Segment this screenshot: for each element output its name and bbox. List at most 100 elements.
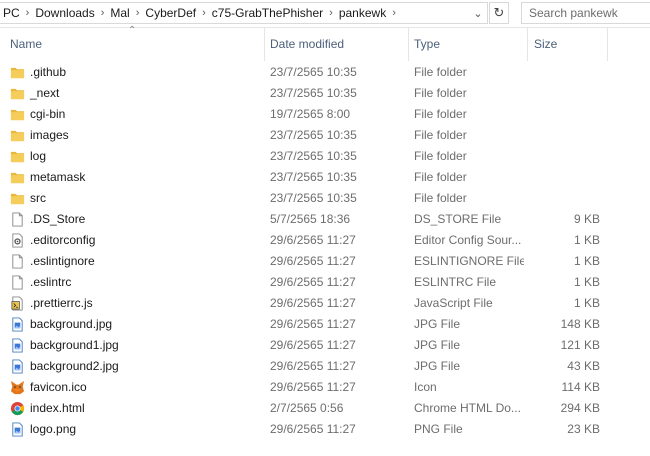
file-name: background1.jpg bbox=[30, 338, 119, 352]
file-date-modified: 29/6/2565 11:27 bbox=[270, 380, 356, 394]
column-type-label: Type bbox=[414, 37, 441, 51]
file-row[interactable]: .github 23/7/2565 10:35 File folder bbox=[0, 62, 650, 83]
breadcrumb-chevron-icon[interactable]: › bbox=[326, 7, 336, 19]
file-type: File folder bbox=[414, 65, 467, 79]
file-name: background.jpg bbox=[30, 317, 113, 331]
file-type: JavaScript File bbox=[414, 296, 493, 310]
column-size-label: Size bbox=[534, 37, 558, 51]
file-date-modified: 23/7/2565 10:35 bbox=[270, 191, 357, 205]
column-size-header[interactable]: Size bbox=[534, 27, 608, 61]
file-date-modified: 23/7/2565 10:35 bbox=[270, 170, 357, 184]
breadcrumb-chevron-icon[interactable]: › bbox=[23, 7, 33, 19]
file-name: background2.jpg bbox=[30, 359, 119, 373]
file-name: .eslintignore bbox=[30, 254, 95, 268]
file-row[interactable]: .prettierrc.js 29/6/2565 11:27 JavaScript … bbox=[0, 293, 650, 314]
breadcrumb-item[interactable]: Mal bbox=[107, 6, 132, 20]
column-date-header[interactable]: Date modified bbox=[270, 27, 409, 61]
file-date-modified: 2/7/2565 0:56 bbox=[270, 401, 344, 415]
file-row[interactable]: index.html 2/7/2565 0:56 Chrome HTML Do...… bbox=[0, 398, 650, 419]
file-date-modified: 29/6/2565 11:27 bbox=[270, 317, 356, 331]
file-size: 294 KB bbox=[560, 401, 600, 415]
breadcrumb-item[interactable]: pankewk bbox=[336, 6, 389, 20]
file-type: ESLINTIGNORE File bbox=[414, 254, 524, 268]
file-size bbox=[540, 62, 600, 83]
file-type: File folder bbox=[414, 149, 467, 163]
file-size bbox=[540, 104, 600, 125]
file-type: File folder bbox=[414, 170, 467, 184]
file-size: 23 KB bbox=[567, 422, 600, 436]
image-file-icon bbox=[10, 359, 25, 374]
column-name-header[interactable]: Name bbox=[10, 27, 265, 61]
file-row[interactable]: .eslintrc 29/6/2565 11:27 ESLINTRC File 1 K… bbox=[0, 272, 650, 293]
file-row[interactable]: cgi-bin 19/7/2565 8:00 File folder bbox=[0, 104, 650, 125]
file-date-modified: 23/7/2565 10:35 bbox=[270, 128, 357, 142]
blank-file-icon bbox=[10, 275, 25, 290]
file-type: File folder bbox=[414, 107, 467, 121]
file-size: 1 KB bbox=[573, 233, 600, 247]
file-name: favicon.ico bbox=[30, 380, 87, 394]
file-row[interactable]: images 23/7/2565 10:35 File folder bbox=[0, 125, 650, 146]
folder-icon bbox=[10, 128, 25, 143]
file-row[interactable]: background1.jpg 29/6/2565 11:27 JPG File 12… bbox=[0, 335, 650, 356]
file-row[interactable]: src 23/7/2565 10:35 File folder bbox=[0, 188, 650, 209]
breadcrumb-chevron-icon[interactable]: › bbox=[98, 7, 108, 19]
file-size bbox=[540, 188, 600, 209]
search-input[interactable] bbox=[529, 6, 625, 20]
file-type: PNG File bbox=[414, 422, 463, 436]
toolbar: PC › Downloads › Mal › CyberDef › c75-GrabThePhi… bbox=[0, 0, 650, 28]
file-name: _next bbox=[30, 86, 60, 100]
breadcrumb-item[interactable]: Downloads bbox=[32, 6, 97, 20]
breadcrumb-chevron-icon[interactable]: › bbox=[389, 7, 399, 19]
config-file-icon bbox=[10, 233, 25, 248]
file-row[interactable]: log 23/7/2565 10:35 File folder bbox=[0, 146, 650, 167]
file-type: JPG File bbox=[414, 338, 461, 352]
file-row[interactable]: favicon.ico 29/6/2565 11:27 Icon 114 KB bbox=[0, 377, 650, 398]
file-size bbox=[540, 125, 600, 146]
column-date-label: Date modified bbox=[270, 37, 345, 51]
file-row[interactable]: .editorconfig 29/6/2565 11:27 Editor Confi… bbox=[0, 230, 650, 251]
address-bar[interactable]: PC › Downloads › Mal › CyberDef › c75-GrabThePhi… bbox=[0, 2, 488, 24]
file-name: .eslintrc bbox=[30, 275, 72, 289]
file-size bbox=[540, 167, 600, 188]
address-history-chevron-icon[interactable]: ⌄ bbox=[469, 7, 487, 20]
file-name: images bbox=[30, 128, 69, 142]
column-type-header[interactable]: Type bbox=[414, 27, 528, 61]
file-size bbox=[540, 83, 600, 104]
refresh-button[interactable]: ↻ bbox=[489, 2, 509, 24]
image-file-icon bbox=[10, 338, 25, 353]
column-header: ⌃ Name Date modified Type Size bbox=[0, 25, 650, 61]
file-type: File folder bbox=[414, 191, 467, 205]
file-row[interactable]: _next 23/7/2565 10:35 File folder bbox=[0, 83, 650, 104]
file-type: File folder bbox=[414, 128, 467, 142]
file-row[interactable]: background.jpg 29/6/2565 11:27 JPG File 148… bbox=[0, 314, 650, 335]
file-type: Chrome HTML Do... bbox=[414, 401, 521, 415]
blank-file-icon bbox=[10, 254, 25, 269]
breadcrumb-item[interactable]: CyberDef bbox=[142, 6, 199, 20]
file-type: JPG File bbox=[414, 317, 461, 331]
file-row[interactable]: background2.jpg 29/6/2565 11:27 JPG File 43… bbox=[0, 356, 650, 377]
file-row[interactable]: metamask 23/7/2565 10:35 File folder bbox=[0, 167, 650, 188]
file-date-modified: 29/6/2565 11:27 bbox=[270, 359, 356, 373]
breadcrumb-item[interactable]: PC bbox=[0, 6, 23, 20]
file-row[interactable]: .DS_Store 5/7/2565 18:36 DS_STORE File 9 KB bbox=[0, 209, 650, 230]
file-date-modified: 23/7/2565 10:35 bbox=[270, 86, 357, 100]
file-date-modified: 29/6/2565 11:27 bbox=[270, 275, 356, 289]
javascript-file-icon bbox=[10, 296, 25, 311]
blank-file-icon bbox=[10, 212, 25, 227]
image-file-icon bbox=[10, 422, 25, 437]
file-name: .prettierrc.js bbox=[30, 296, 93, 310]
search-box[interactable] bbox=[521, 2, 650, 24]
column-name-label: Name bbox=[10, 37, 43, 51]
breadcrumb-chevron-icon[interactable]: › bbox=[199, 7, 209, 19]
file-row[interactable]: logo.png 29/6/2565 11:27 PNG File 23 KB bbox=[0, 419, 650, 440]
file-size: 148 KB bbox=[560, 317, 600, 331]
breadcrumb-item[interactable]: c75-GrabThePhisher bbox=[209, 6, 326, 20]
file-size: 121 KB bbox=[560, 338, 600, 352]
file-type: DS_STORE File bbox=[414, 212, 502, 226]
file-name: logo.png bbox=[30, 422, 77, 436]
file-size bbox=[540, 146, 600, 167]
file-row[interactable]: .eslintignore 29/6/2565 11:27 ESLINTIGNORE… bbox=[0, 251, 650, 272]
folder-icon bbox=[10, 149, 25, 164]
breadcrumb: PC › Downloads › Mal › CyberDef › c75-GrabThePhi… bbox=[0, 3, 399, 23]
breadcrumb-chevron-icon[interactable]: › bbox=[133, 7, 143, 19]
